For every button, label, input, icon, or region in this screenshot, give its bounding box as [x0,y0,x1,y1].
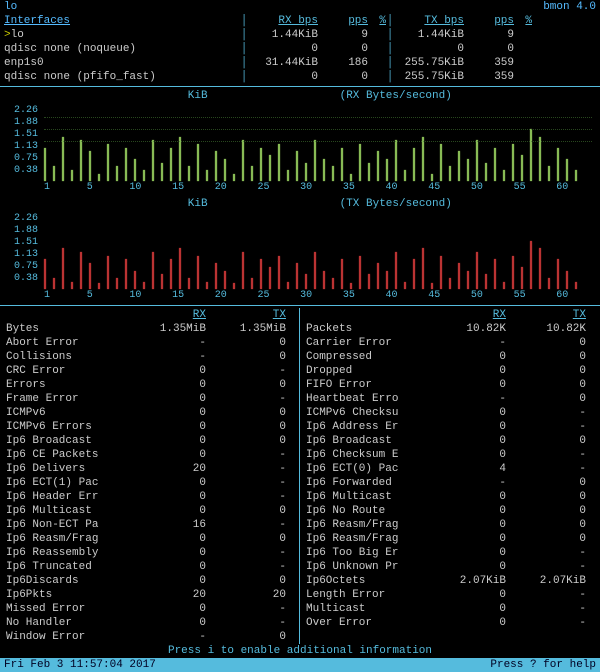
chart-title: KiB (TX Bytes/second) [0,197,600,211]
stat-row: Ip6 Too Big Er0- [306,546,594,560]
stat-row: Ip6 Header Err0- [6,490,293,504]
stat-row: FIFO Error00 [306,378,594,392]
stat-row: Ip6 ECT(1) Pac0- [6,476,293,490]
stat-row: Bytes1.35MiB1.35MiB [6,322,293,336]
stat-row: Dropped00 [306,364,594,378]
hdr-interfaces: Interfaces [0,14,240,28]
stat-row: Ip6 No Route00 [306,504,594,518]
stat-row: ICMPv600 [6,406,293,420]
stat-row: Ip6 Multicast00 [306,490,594,504]
stat-row: Length Error0- [306,588,594,602]
stat-row: Frame Error0- [6,392,293,406]
stat-row: Ip6Octets2.07KiB2.07KiB [306,574,594,588]
rx-chart: 2.261.881.511.130.750.381510152025303540… [6,105,592,195]
stat-row: Ip6 Address Er0- [306,420,594,434]
stats-panel: RXTX Bytes1.35MiB1.35MiBAbort Error-0Col… [0,308,600,644]
iface-row[interactable]: qdisc none (noqueue)│00│00 [0,42,600,56]
stat-row: Ip6 Reasm/Frag00 [306,518,594,532]
stat-row: Ip6 Checksum E0- [306,448,594,462]
stat-row: Ip6 Reasm/Frag00 [306,532,594,546]
footer-help: Press ? for help [490,658,596,672]
stat-row: Compressed00 [306,350,594,364]
stats-hdr-rx: RX [126,308,206,322]
iface-row[interactable]: enp1s0│31.44KiB186│255.75KiB359 [0,56,600,70]
stat-row: Errors00 [6,378,293,392]
stat-row: Abort Error-0 [6,336,293,350]
stats-hdr-tx: TX [506,308,586,322]
stat-row: CRC Error0- [6,364,293,378]
stats-hdr-rx: RX [426,308,506,322]
chart-title: KiB (RX Bytes/second) [0,89,600,103]
stat-row: Ip6 Forwarded-0 [306,476,594,490]
stat-row: Ip6 Reasm/Frag00 [6,532,293,546]
stats-hdr-tx: TX [206,308,286,322]
stat-row: ICMPv6 Errors00 [6,420,293,434]
stat-row: Ip6 Broadcast00 [6,434,293,448]
stat-row: Over Error0- [306,616,594,630]
stat-row: Ip6 Unknown Pr0- [306,560,594,574]
footer-hint: Press i to enable additional information [0,644,600,658]
stat-row: No Handler0- [6,616,293,630]
title-bar: lo bmon 4.0 [0,0,600,14]
stat-row: Window Error-0 [6,630,293,644]
iface-row[interactable]: qdisc none (pfifo_fast)│00│255.75KiB359 [0,70,600,84]
iface-header: Interfaces │ RX bps pps % │ TX bps pps % [0,14,600,28]
stat-row: Ip6 Reassembly0- [6,546,293,560]
stat-row: Ip6 Multicast00 [6,504,293,518]
footer-date: Fri Feb 3 11:57:04 2017 [4,658,156,672]
stat-row: Ip6 Non-ECT Pa16- [6,518,293,532]
stat-row: Collisions-0 [6,350,293,364]
stat-row: Ip6 ECT(0) Pac4- [306,462,594,476]
iface-row[interactable]: >lo│1.44KiB9│1.44KiB9 [0,28,600,42]
stat-row: ICMPv6 Checksu0- [306,406,594,420]
stat-row: Ip6 CE Packets0- [6,448,293,462]
stat-row: Packets10.82K10.82K [306,322,594,336]
iface-list[interactable]: >lo│1.44KiB9│1.44KiB9 qdisc none (noqueu… [0,28,600,84]
hdr-rx-pps: pps [318,14,368,28]
footer-bar: Fri Feb 3 11:57:04 2017 Press ? for help [0,658,600,672]
stat-row: Ip6Pkts2020 [6,588,293,602]
stat-row: Ip6 Broadcast00 [306,434,594,448]
stat-row: Carrier Error-0 [306,336,594,350]
divider [0,86,600,87]
title-right: bmon 4.0 [543,0,596,14]
title-left: lo [4,0,17,14]
divider [0,305,600,306]
stat-row: Ip6Discards00 [6,574,293,588]
hdr-tx-pps: pps [464,14,514,28]
hdr-rx-pct: % [368,14,386,28]
hdr-rx: RX bps [248,14,318,28]
tx-chart: 2.261.881.511.130.750.381510152025303540… [6,213,592,303]
hdr-tx: TX bps [394,14,464,28]
stat-row: Heartbeat Erro-0 [306,392,594,406]
stat-row: Ip6 Truncated0- [6,560,293,574]
stat-row: Ip6 Delivers20- [6,462,293,476]
hdr-tx-pct: % [514,14,532,28]
